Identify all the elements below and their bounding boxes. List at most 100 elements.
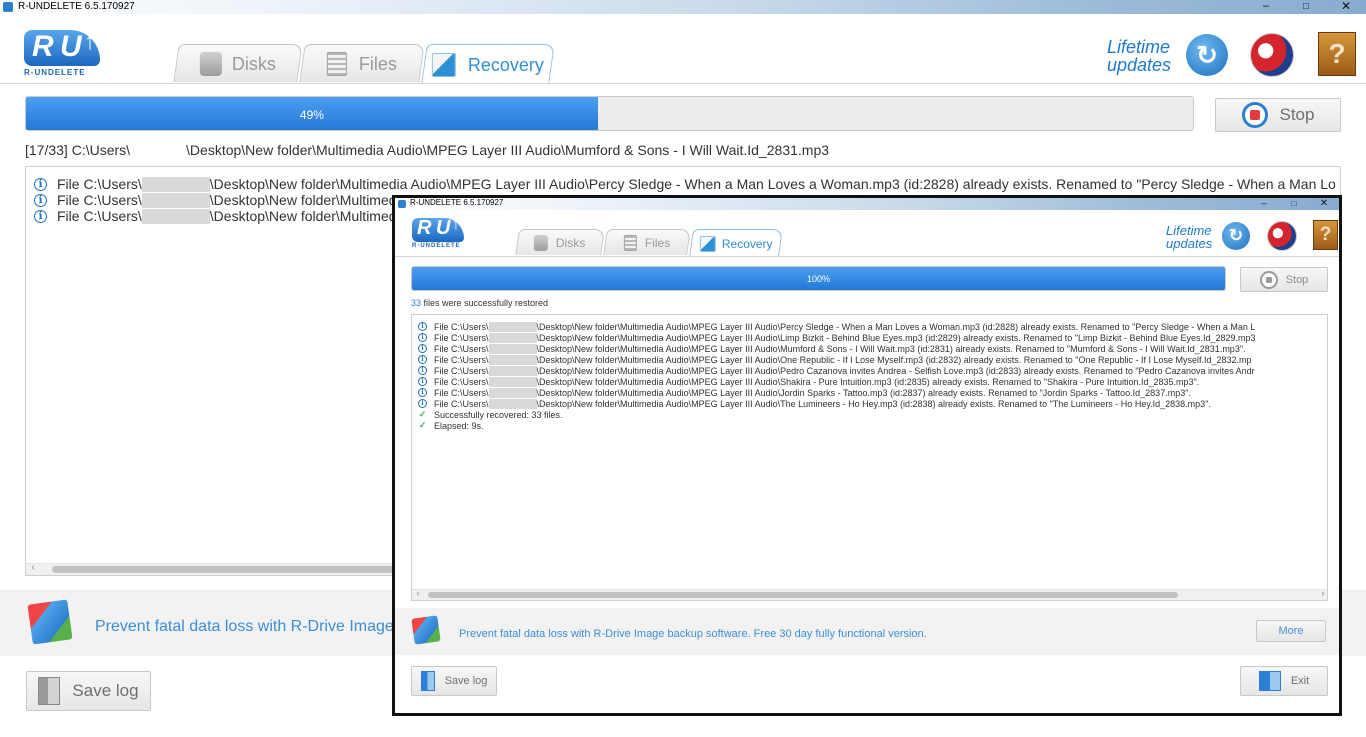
info-icon: i [418, 388, 427, 397]
logo-arrow-icon: ↑ [84, 28, 96, 55]
dialog-progress-label: 100% [806, 274, 831, 284]
maximize-button[interactable]: □ [1286, 0, 1326, 14]
redacted-username [141, 208, 210, 224]
r-drive-image-icon [27, 599, 73, 645]
tab-strip-line [0, 83, 1366, 84]
dialog-r-drive-image-icon [411, 615, 441, 645]
dialog-save-log-button[interactable]: Save log [411, 666, 497, 696]
stop-icon [1241, 102, 1268, 128]
log-row-text: \Desktop\New folder\Multimedia Audio\MPE… [536, 343, 1246, 354]
help-icon[interactable]: ? [1318, 32, 1356, 76]
recovery-icon [431, 52, 456, 77]
dialog-app-logo: R U ↑ R-UNDELETE [410, 216, 470, 254]
log-row-text: \Desktop\New folder\Multimedia Audio\MPE… [536, 376, 1200, 387]
minimize-button[interactable]: – [1246, 0, 1286, 14]
tab-recovery[interactable]: Recovery [421, 44, 555, 84]
log-row-text: \Desktop\New folder\Multimedia Audio\MPE… [536, 365, 1255, 376]
dialog-titlebar[interactable]: R-UNDELETE 6.5.170927 – □ ✕ [395, 198, 1339, 210]
dialog-promo-banner: Prevent fatal data loss with R-Drive Ima… [395, 608, 1339, 655]
info-icon: i [418, 344, 427, 353]
redacted-username [488, 376, 537, 387]
disk-icon [199, 51, 222, 76]
log-row: i File C:\Users\ \Desktop\New folder\Multi… [418, 365, 1256, 376]
log-row: i File C:\Users\ \Desktop\New folder\Multi… [418, 321, 1256, 332]
tab-files[interactable]: Files [299, 44, 425, 82]
redacted-username [488, 398, 537, 409]
dialog-lifetime-updates-link[interactable]: Lifetime updates [1166, 224, 1212, 250]
info-icon: i [418, 399, 427, 408]
redacted-username [488, 343, 537, 354]
exit-button[interactable]: Exit [1240, 666, 1328, 696]
info-icon: i [34, 193, 47, 207]
info-icon: i [34, 209, 47, 223]
app-logo: R U ↑ R-UNDELETE [22, 28, 112, 78]
dialog-tab-disks[interactable]: Disks [515, 229, 605, 255]
dialog-stop-button: Stop [1240, 267, 1328, 292]
log-row-prefix: File C:\Users\ [434, 332, 489, 343]
log-row-prefix: File C:\Users\ [57, 208, 142, 224]
dialog-close-button[interactable]: ✕ [1309, 198, 1339, 210]
log-row-prefix: File C:\Users\ [434, 321, 489, 332]
dialog-scroll-thumb[interactable] [428, 592, 1178, 598]
log-row-text: \Desktop\New folder\Multimed [209, 192, 397, 208]
main-promo-link[interactable]: Prevent fatal data loss with R-Drive Ima… [95, 618, 394, 636]
main-stop-button[interactable]: Stop [1215, 98, 1341, 132]
main-scroll-thumb[interactable] [52, 566, 422, 573]
redacted-username [488, 387, 537, 398]
check-icon: ✓ [418, 420, 427, 430]
dialog-scroll-left-arrow[interactable]: ‹ [414, 588, 422, 598]
dialog-refresh-icon[interactable]: ↻ [1222, 222, 1250, 250]
log-row: i File C:\Users\ \Desktop\New folder\Multi… [418, 387, 1256, 398]
restored-count: 33 [411, 298, 422, 308]
log-success-row: ✓ Successfully recovered: 33 files. [418, 409, 563, 420]
log-row-text: \Desktop\New folder\Multimedia Audio\MPE… [536, 321, 1256, 332]
dialog-recovery-icon [699, 235, 716, 252]
dialog-maximize-button[interactable]: □ [1279, 198, 1309, 210]
dialog-help-icon[interactable]: ? [1313, 220, 1338, 250]
dialog-language-flag-icon[interactable] [1267, 221, 1297, 251]
dialog-files-icon [623, 234, 637, 251]
dialog-scroll-right-arrow[interactable]: › [1319, 588, 1327, 598]
main-progress-label: 49% [299, 108, 324, 122]
main-titlebar[interactable]: R-UNDELETE 6.5.170927 – □ ✕ [0, 0, 1366, 14]
info-icon: i [418, 377, 427, 386]
dialog-tab-files[interactable]: Files [603, 229, 691, 255]
lifetime-updates-link[interactable]: Lifetime updates [1107, 38, 1171, 74]
dialog-horizontal-scrollbar[interactable]: ‹ › [412, 588, 1327, 600]
redacted-username [488, 354, 537, 365]
log-row-text: \Desktop\New folder\Multimedia Audio\MPE… [536, 332, 1256, 343]
dialog-log-list[interactable]: i File C:\Users\ \Desktop\New folder\Multi… [411, 314, 1328, 601]
main-save-log-button[interactable]: Save log [26, 671, 151, 711]
dialog-promo-link[interactable]: Prevent fatal data loss with R-Drive Ima… [459, 628, 927, 640]
log-row: i File C:\Users\ \Desktop\New folder\Multi… [418, 354, 1256, 365]
log-row: i File C:\Users\ \Desktop\New folder\Multi… [418, 332, 1256, 343]
redacted-username [488, 365, 537, 376]
log-row: i File C:\Users\ \Desktop\New folder\Multi… [34, 176, 1336, 192]
check-icon: ✓ [418, 409, 427, 419]
log-row-text: \Desktop\New folder\Multimedia Audio\MPE… [536, 387, 1191, 398]
info-icon: i [418, 333, 427, 342]
info-icon: i [418, 355, 427, 364]
language-flag-icon[interactable] [1250, 33, 1294, 77]
redacted-username [141, 192, 210, 208]
refresh-icon[interactable]: ↻ [1186, 34, 1228, 76]
dialog-progress-bar: 100% [411, 266, 1226, 291]
log-row: i File C:\Users\ \Desktop\New folder\Multi… [418, 376, 1256, 387]
dialog-tab-recovery[interactable]: Recovery [689, 229, 783, 257]
log-row-text: \Desktop\New folder\Multimed [209, 208, 397, 224]
dialog-stop-icon [1259, 270, 1278, 289]
log-row-text: \Desktop\New folder\Multimedia Audio\MPE… [209, 176, 1336, 192]
close-button[interactable]: ✕ [1326, 0, 1366, 14]
log-row-text: \Desktop\New folder\Multimedia Audio\MPE… [536, 398, 1211, 409]
tab-disks[interactable]: Disks [173, 44, 303, 82]
info-icon: i [418, 322, 427, 331]
log-row-prefix: File C:\Users\ [434, 354, 489, 365]
dialog-logo-arrow-icon: ↑ [452, 216, 460, 233]
files-icon [326, 51, 347, 76]
dialog-disk-icon [534, 234, 549, 251]
exit-icon [1258, 671, 1281, 691]
main-window-title: R-UNDELETE 6.5.170927 [18, 1, 135, 12]
dialog-minimize-button[interactable]: – [1249, 198, 1279, 210]
more-button[interactable]: More [1256, 620, 1326, 642]
scroll-left-arrow[interactable]: ‹ [28, 562, 38, 573]
